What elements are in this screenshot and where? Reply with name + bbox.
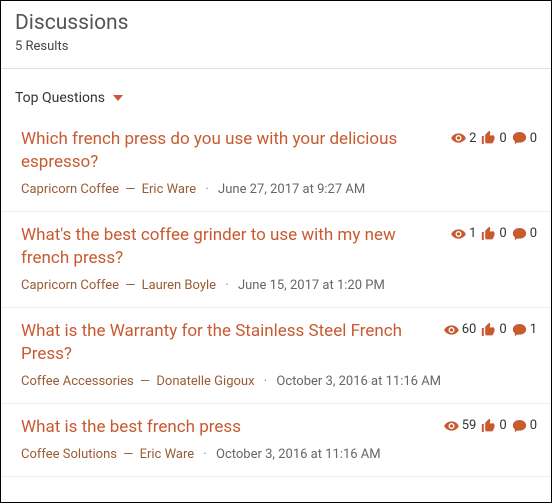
views-stat: 2 <box>449 130 476 146</box>
eye-icon <box>442 322 461 338</box>
discussion-meta: Capricorn Coffee — Eric Ware · June 27, … <box>21 182 537 197</box>
sort-label: Top Questions <box>15 90 105 106</box>
sort-dropdown[interactable]: Top Questions <box>15 90 123 106</box>
comments-count: 0 <box>530 131 537 146</box>
comments-stat: 0 <box>510 130 537 146</box>
discussion-stats: 2 0 0 <box>449 128 537 146</box>
comment-icon <box>510 226 529 242</box>
discussion-title-link[interactable]: What's the best coffee grinder to use wi… <box>21 224 443 270</box>
comments-stat: 0 <box>510 418 537 434</box>
discussion-item: What is the Warranty for the Stainless S… <box>1 308 551 404</box>
results-count: 5 Results <box>15 39 537 54</box>
comments-count: 0 <box>530 418 537 433</box>
discussion-meta: Coffee Accessories — Donatelle Gigoux · … <box>21 374 537 389</box>
eye-icon <box>449 130 468 146</box>
discussion-meta: Capricorn Coffee — Lauren Boyle · June 1… <box>21 278 537 293</box>
thumbs-up-icon <box>479 322 498 338</box>
likes-stat: 0 <box>479 226 506 242</box>
category-link[interactable]: Coffee Accessories <box>21 374 134 389</box>
likes-stat: 0 <box>479 322 506 338</box>
category-link[interactable]: Coffee Solutions <box>21 447 117 462</box>
category-link[interactable]: Capricorn Coffee <box>21 278 119 293</box>
discussion-meta: Coffee Solutions — Eric Ware · October 3… <box>21 447 537 462</box>
likes-count: 0 <box>499 226 506 241</box>
discussion-stats: 60 0 1 <box>442 320 537 338</box>
discussion-title-link[interactable]: Which french press do you use with your … <box>21 128 443 174</box>
discussion-item: What's the best coffee grinder to use wi… <box>1 212 551 308</box>
comments-stat: 1 <box>510 322 537 338</box>
author-link[interactable]: Eric Ware <box>140 447 195 462</box>
post-date: June 27, 2017 at 9:27 AM <box>218 182 365 197</box>
thumbs-up-icon <box>479 130 498 146</box>
views-count: 60 <box>462 322 477 337</box>
post-date: October 3, 2016 at 11:16 AM <box>216 447 381 462</box>
sort-bar: Top Questions <box>1 69 551 116</box>
comments-count: 1 <box>530 322 537 337</box>
post-date: October 3, 2016 at 11:16 AM <box>276 374 441 389</box>
likes-count: 0 <box>499 322 506 337</box>
views-stat: 59 <box>442 418 477 434</box>
eye-icon <box>442 418 461 434</box>
likes-stat: 0 <box>479 418 506 434</box>
author-link[interactable]: Donatelle Gigoux <box>156 374 254 389</box>
discussion-item: What is the best french press 59 0 0 Cof… <box>1 404 551 477</box>
views-count: 2 <box>469 131 476 146</box>
discussions-header: Discussions 5 Results <box>1 1 551 69</box>
category-link[interactable]: Capricorn Coffee <box>21 182 119 197</box>
author-link[interactable]: Eric Ware <box>142 182 197 197</box>
comment-icon <box>510 130 529 146</box>
discussion-list: Which french press do you use with your … <box>1 116 551 477</box>
views-count: 59 <box>462 418 477 433</box>
likes-count: 0 <box>499 418 506 433</box>
comment-icon <box>510 322 529 338</box>
discussion-stats: 1 0 0 <box>449 224 537 242</box>
discussion-stats: 59 0 0 <box>442 416 537 434</box>
discussion-title-link[interactable]: What is the best french press <box>21 416 436 439</box>
discussion-title-link[interactable]: What is the Warranty for the Stainless S… <box>21 320 436 366</box>
eye-icon <box>449 226 468 242</box>
likes-count: 0 <box>499 131 506 146</box>
likes-stat: 0 <box>479 130 506 146</box>
chevron-down-icon <box>113 95 123 101</box>
comments-count: 0 <box>530 226 537 241</box>
author-link[interactable]: Lauren Boyle <box>142 278 216 293</box>
post-date: June 15, 2017 at 1:20 PM <box>238 278 385 293</box>
views-stat: 1 <box>449 226 476 242</box>
thumbs-up-icon <box>479 418 498 434</box>
views-stat: 60 <box>442 322 477 338</box>
views-count: 1 <box>469 226 476 241</box>
comment-icon <box>510 418 529 434</box>
page-title: Discussions <box>15 11 537 35</box>
comments-stat: 0 <box>510 226 537 242</box>
thumbs-up-icon <box>479 226 498 242</box>
discussion-item: Which french press do you use with your … <box>1 116 551 212</box>
